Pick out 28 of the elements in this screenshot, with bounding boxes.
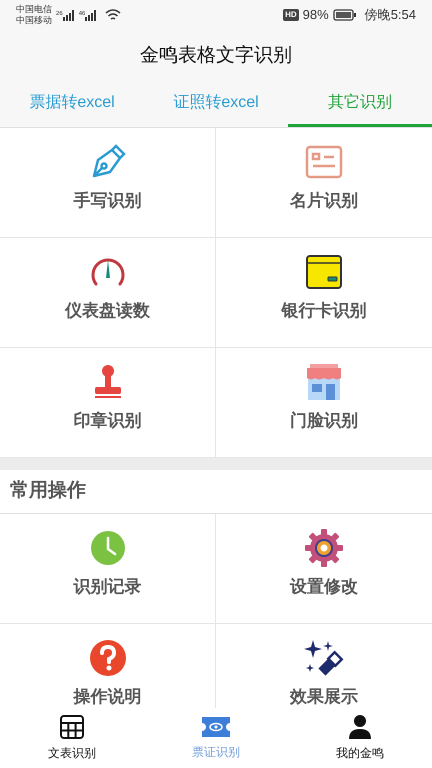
- gear-icon: [304, 528, 344, 568]
- magic-wand-icon: [304, 638, 344, 678]
- grid-item[interactable]: 识别记录: [0, 514, 216, 624]
- ticket-icon: [200, 715, 232, 739]
- storefront-icon: [304, 362, 344, 402]
- grid-item[interactable]: 门脸识别: [216, 348, 432, 458]
- app-title: 金鸣表格文字识别: [140, 44, 292, 68]
- carrier-name: 中国移动: [16, 16, 52, 25]
- nav-tab[interactable]: 文表识别: [0, 708, 144, 768]
- battery-percent: 98%: [302, 6, 329, 24]
- grid-item[interactable]: 银行卡识别: [216, 238, 432, 348]
- clock-time: 傍晚5:54: [364, 6, 416, 24]
- grid-item[interactable]: 名片识别: [216, 128, 432, 238]
- grid-item[interactable]: 仪表盘读数: [0, 238, 216, 348]
- carrier-name: 中国电信: [16, 5, 52, 14]
- nav-tab[interactable]: 我的金鸣: [288, 708, 432, 768]
- signal-icon: [62, 10, 75, 20]
- table-icon: [59, 714, 85, 740]
- user-icon: [347, 714, 373, 740]
- help-icon: [88, 638, 128, 678]
- bank-card-icon: [304, 252, 344, 292]
- section-title: 常用操作: [10, 479, 86, 504]
- grid-item[interactable]: 印章识别: [0, 348, 216, 458]
- hd-badge: HD: [283, 9, 299, 21]
- grid-item[interactable]: 手写识别: [0, 128, 216, 238]
- signal-icon: [85, 10, 98, 20]
- battery-icon: [332, 9, 357, 21]
- wifi-icon: [105, 8, 122, 22]
